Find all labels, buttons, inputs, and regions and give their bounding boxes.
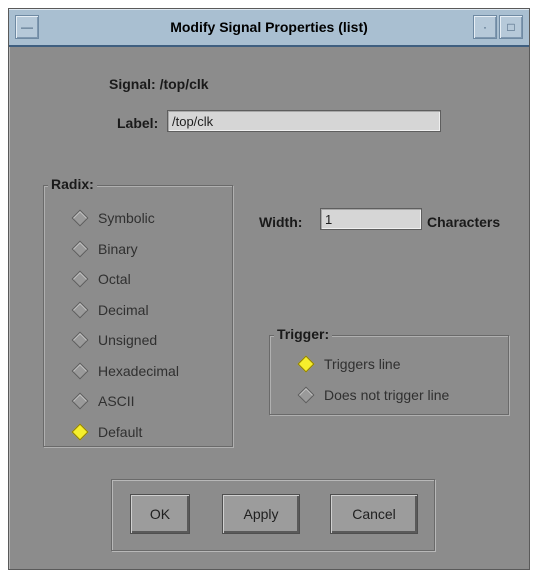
- radix-option-label: ASCII: [98, 393, 135, 409]
- radix-option-binary[interactable]: Binary: [71, 239, 138, 259]
- radio-diamond-icon[interactable]: [71, 423, 89, 440]
- radix-option-symbolic[interactable]: Symbolic: [71, 208, 155, 228]
- radio-diamond-icon[interactable]: [71, 270, 89, 288]
- cancel-button[interactable]: Cancel: [330, 494, 418, 534]
- radix-option-label: Unsigned: [98, 332, 158, 348]
- radio-diamond-icon[interactable]: [71, 240, 89, 257]
- radio-diamond-icon[interactable]: [71, 392, 89, 410]
- maximize-icon: □: [507, 20, 515, 34]
- signal-row: Signal: /top/clk: [109, 76, 209, 92]
- width-label: Width:: [259, 214, 303, 230]
- radio-diamond-icon[interactable]: [71, 362, 89, 379]
- maximize-button[interactable]: □: [499, 15, 523, 39]
- radix-legend: Radix:: [48, 176, 97, 192]
- signal-label: Signal:: [109, 76, 156, 92]
- radio-diamond-icon[interactable]: [71, 301, 89, 318]
- radix-option-label: Octal: [98, 271, 131, 287]
- width-input[interactable]: 1: [320, 208, 422, 230]
- radix-group: Radix: Symbolic Binary Octal Decimal Unsigne…: [43, 176, 233, 447]
- trigger-option-triggers-line[interactable]: Triggers line: [297, 354, 401, 374]
- radix-option-label: Default: [98, 423, 143, 440]
- label-field-label: Label:: [117, 115, 159, 131]
- width-unit-label: Characters: [427, 214, 501, 230]
- trigger-option-does-not-trigger-line[interactable]: Does not trigger line: [297, 385, 450, 405]
- radix-option-label: Decimal: [98, 301, 149, 318]
- radix-option-default[interactable]: Default: [71, 422, 143, 442]
- radio-diamond-icon[interactable]: [71, 209, 89, 227]
- radix-option-hexadecimal[interactable]: Hexadecimal: [71, 361, 179, 381]
- radix-option-octal[interactable]: Octal: [71, 269, 131, 289]
- trigger-option-label: Triggers line: [324, 356, 401, 372]
- radix-option-label: Hexadecimal: [98, 362, 179, 379]
- title-bar[interactable]: — Modify Signal Properties (list) · □: [9, 9, 529, 47]
- dialog-window: — Modify Signal Properties (list) · □ Si…: [8, 8, 530, 570]
- radix-option-label: Binary: [98, 240, 138, 257]
- signal-value: /top/clk: [159, 76, 209, 92]
- window-title: Modify Signal Properties (list): [170, 19, 368, 35]
- trigger-group: Trigger: Triggers line Does not trigger l…: [269, 326, 509, 415]
- trigger-option-label: Does not trigger line: [324, 387, 450, 403]
- minimize-icon: ·: [483, 20, 487, 34]
- radix-option-unsigned[interactable]: Unsigned: [71, 330, 158, 350]
- radio-diamond-icon[interactable]: [297, 355, 315, 373]
- radio-diamond-icon[interactable]: [71, 331, 89, 349]
- trigger-legend: Trigger:: [274, 326, 333, 342]
- ok-button[interactable]: OK: [130, 494, 190, 534]
- apply-button[interactable]: Apply: [222, 494, 300, 534]
- radio-diamond-icon[interactable]: [297, 386, 315, 404]
- radix-option-ascii[interactable]: ASCII: [71, 391, 135, 411]
- radix-option-label: Symbolic: [98, 210, 155, 226]
- radix-option-decimal[interactable]: Decimal: [71, 300, 149, 320]
- label-input[interactable]: /top/clk: [167, 110, 441, 132]
- minimize-button[interactable]: ·: [473, 15, 497, 39]
- button-bar: OK Apply Cancel: [111, 479, 435, 551]
